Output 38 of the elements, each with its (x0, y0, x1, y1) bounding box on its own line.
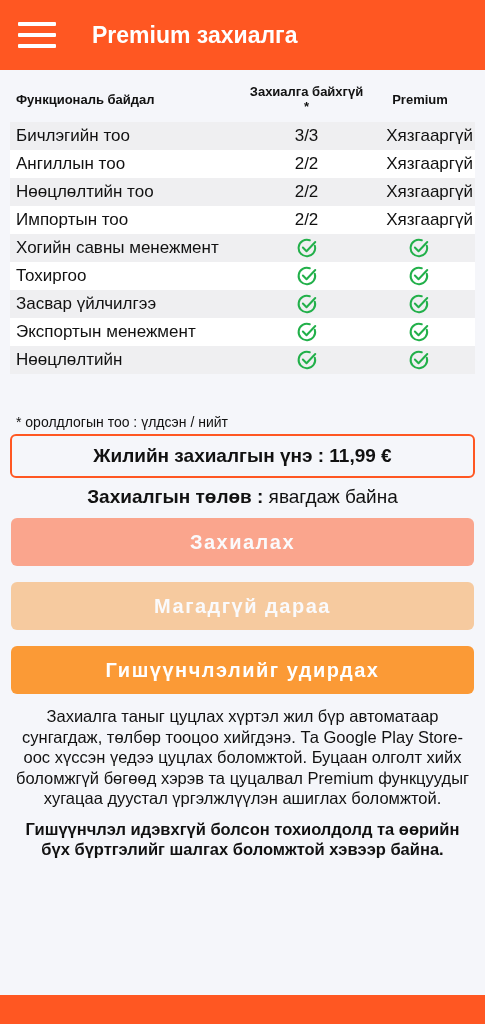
footnote: * оролдлогын тоо : үлдсэн / нийт (16, 414, 229, 430)
table-cell-text: Бичлэгийн тоо (15, 125, 131, 147)
price-label: Жилийн захиалгын үнэ : 11,99 € (10, 434, 475, 478)
check-circle-icon (295, 321, 318, 343)
table-cell-text: 2/2 (294, 153, 319, 175)
table-cell-text: Тохиргоо (15, 265, 88, 287)
column-header: Premium (391, 91, 449, 107)
notice-text: Гишүүнчлэл идэвхгүй болсон тохиолдолд та өөрийн бүх бүртгэлийг шалгах боломжтой хэвээр байна. (24, 818, 461, 860)
table-cell-text: Нөөцлөлтийн (15, 349, 124, 371)
table-cell-text: Ангиллын тоо (15, 153, 127, 175)
app-bar-title: Premium захиалга (92, 21, 298, 49)
table-cell-text: Хязгааргүй (386, 153, 473, 175)
table-cell-text: Импортын тоо (15, 209, 130, 231)
table-cell-text: 2/2 (294, 181, 319, 203)
check-circle-icon (408, 237, 430, 259)
check-circle-icon (408, 349, 430, 371)
notice-text: Захиалга таныг цуцлах хүртэл жил бүр автоматаар сунгагдаж, төлбөр тооцоо хийгдэнэ. Та Google Play Store-оос хүссэн үедээ цуцлах боломжтой. Буцаан олголт хийх боломжгүй бөгөөд хэрэв та цуцалвал Premium функцуудыг хугацаа дуустал үргэлжлүүлэн ашиглах боломжтой. (14, 706, 471, 809)
action-button[interactable]: Гишүүнчлэлийг удирдах (11, 646, 474, 694)
check-circle-icon (295, 237, 318, 259)
table-cell-text: 3/3 (294, 125, 319, 147)
table-cell-text: Хязгааргүй (386, 209, 473, 231)
menu-icon[interactable] (18, 22, 56, 48)
column-header: Захиалга байхгүй * (248, 84, 365, 114)
table-cell-text: Хязгааргүй (386, 125, 473, 147)
check-circle-icon (408, 293, 430, 315)
table-cell-text: Экспортын менежмент (15, 321, 197, 343)
table-cell-text: Нөөцлөлтийн тоо (15, 181, 155, 203)
table-cell-text: Хязгааргүй (386, 181, 473, 203)
check-circle-icon (295, 293, 318, 315)
subscription-status: Захиалгын төлөв : явагдаж байна (86, 486, 399, 508)
table-cell-text: 2/2 (294, 209, 319, 231)
check-circle-icon (408, 321, 430, 343)
table-cell-text: Хогийн савны менежмент (15, 237, 220, 259)
table-cell-text: Засвар үйлчилгээ (15, 293, 158, 315)
check-circle-icon (408, 265, 430, 287)
check-circle-icon (295, 265, 318, 287)
check-circle-icon (295, 349, 318, 371)
column-header: Функциональ байдал (15, 91, 156, 107)
